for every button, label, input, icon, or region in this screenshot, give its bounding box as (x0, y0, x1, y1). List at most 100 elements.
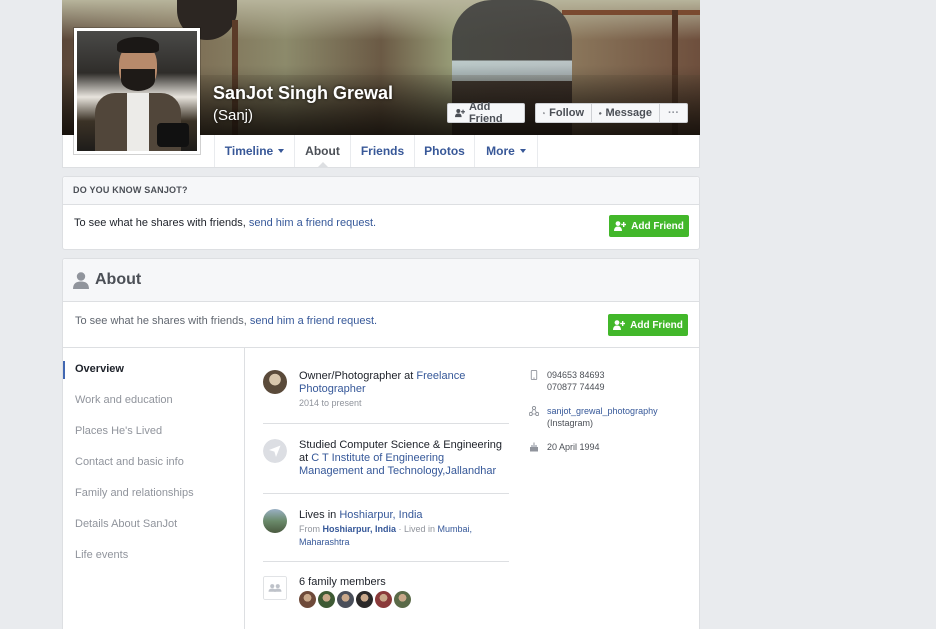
send-friend-request-link[interactable]: send him a friend request. (250, 315, 377, 327)
rss-icon (543, 111, 546, 115)
family-member-avatar[interactable] (318, 591, 335, 608)
add-friend-label: Add Friend (468, 101, 503, 125)
send-friend-request-link[interactable]: send him a friend request. (249, 217, 376, 229)
about-request-prefix: To see what he shares with friends, (75, 315, 250, 327)
ellipsis-icon: ··· (668, 107, 679, 119)
follow-button[interactable]: Follow (535, 103, 592, 123)
tab-timeline-label: Timeline (224, 144, 274, 158)
messenger-icon (599, 111, 602, 115)
pic-shirt (127, 93, 149, 151)
about-request-bar: To see what he shares with friends, send… (63, 302, 699, 348)
add-friend-icon (455, 109, 465, 118)
add-friend-label: Add Friend (631, 220, 684, 232)
profile-nickname: (Sanj) (213, 107, 254, 124)
nav-life-events[interactable]: Life events (75, 549, 128, 561)
do-you-know-header: DO YOU KNOW SANJOT? (63, 177, 699, 205)
nav-overview[interactable]: Overview (75, 363, 124, 375)
caret-down-icon (519, 149, 526, 153)
location-photo-icon (263, 509, 287, 533)
do-you-know-text: To see what he shares with friends, send… (74, 217, 376, 229)
work-entry: Owner/Photographer at Freelance Photogra… (263, 370, 509, 420)
do-you-know-card: DO YOU KNOW SANJOT? To see what he share… (62, 176, 700, 250)
message-label: Message (605, 107, 652, 119)
cover-rail (562, 10, 700, 15)
person-icon (73, 271, 89, 289)
instagram-link[interactable]: sanjot_grewal_photography (547, 406, 658, 416)
nav-work-and-education[interactable]: Work and education (75, 394, 173, 406)
add-friend-icon (613, 320, 626, 330)
profile-name[interactable]: SanJot Singh Grewal (213, 83, 393, 104)
add-friend-button[interactable]: Add Friend (608, 314, 688, 336)
tab-more-label: More (486, 144, 515, 158)
lived-in-label: · Lived in (396, 524, 438, 534)
lives-text: Lives in Hoshiarpur, India From Hoshiarp… (299, 509, 509, 549)
work-photo-icon (263, 370, 287, 394)
family-member-avatar[interactable] (299, 591, 316, 608)
family-count[interactable]: 6 family members (299, 576, 386, 588)
lives-prefix: Lives in (299, 509, 340, 521)
family-avatars (299, 591, 509, 608)
tab-photos-label: Photos (424, 144, 465, 158)
about-header: About (63, 259, 699, 302)
tab-about[interactable]: About (294, 135, 350, 168)
instagram-item: sanjot_grewal_photography (Instagram) (529, 406, 699, 434)
profile-picture[interactable] (74, 28, 200, 154)
instagram-suffix: (Instagram) (547, 418, 594, 428)
phone-numbers: 094653 84693 070877 74449 (547, 369, 697, 393)
education-link[interactable]: C T Institute of Engineering Management … (299, 452, 496, 477)
tab-more[interactable]: More (474, 135, 538, 167)
lives-entry: Lives in Hoshiarpur, India From Hoshiarp… (263, 509, 509, 559)
from-label: From (299, 524, 323, 534)
education-text: Studied Computer Science & Engineering a… (299, 439, 509, 478)
divider (263, 423, 509, 424)
profile-picture-image (77, 31, 197, 151)
follow-label: Follow (549, 107, 584, 119)
birthday-item: 20 April 1994 (529, 442, 699, 458)
mobile-phone-icon (530, 370, 538, 380)
family-member-avatar[interactable] (356, 591, 373, 608)
education-icon (263, 439, 287, 463)
work-prefix: Owner/Photographer at (299, 370, 417, 382)
tab-photos[interactable]: Photos (414, 135, 474, 167)
tab-timeline[interactable]: Timeline (214, 135, 294, 167)
add-friend-icon (614, 221, 627, 231)
nav-places-lived[interactable]: Places He's Lived (75, 425, 162, 437)
divider (263, 561, 509, 562)
birthday-text: 20 April 1994 (547, 442, 600, 452)
family-member-avatar[interactable] (375, 591, 392, 608)
add-friend-button[interactable]: Add Friend (609, 215, 689, 237)
nav-family-relationships[interactable]: Family and relationships (75, 487, 194, 499)
family-member-avatar[interactable] (337, 591, 354, 608)
education-entry: Studied Computer Science & Engineering a… (263, 439, 509, 489)
divider (263, 493, 509, 494)
about-card: About To see what he shares with friends… (62, 258, 700, 629)
add-friend-button[interactable]: Add Friend (447, 101, 525, 125)
hometown-link[interactable]: Hoshiarpur, India (323, 524, 397, 534)
share-network-icon (529, 406, 539, 416)
pic-hair (117, 37, 159, 53)
active-nav-indicator (63, 361, 65, 379)
lives-sub: From Hoshiarpur, India · Lived in Mumbai… (299, 523, 509, 549)
tab-friends-label: Friends (360, 144, 405, 158)
phone-item: 094653 84693 070877 74449 (529, 370, 699, 398)
message-button[interactable]: Message (591, 103, 660, 123)
family-member-avatar[interactable] (394, 591, 411, 608)
tab-friends[interactable]: Friends (350, 135, 414, 167)
nav-details-about[interactable]: Details About SanJot (75, 518, 177, 530)
work-text: Owner/Photographer at Freelance Photogra… (299, 370, 509, 410)
more-options-button[interactable]: ··· (659, 103, 688, 123)
family-text: 6 family members (299, 576, 509, 608)
instagram-text: sanjot_grewal_photography (Instagram) (547, 405, 697, 429)
pic-camera (157, 123, 189, 147)
pic-beard (121, 69, 155, 91)
about-request-text: To see what he shares with friends, send… (75, 315, 377, 327)
about-section-nav: Overview Work and education Places He's … (63, 348, 245, 629)
add-friend-label: Add Friend (630, 319, 683, 331)
family-entry: 6 family members (263, 576, 509, 626)
family-icon (263, 576, 287, 600)
nav-contact-info[interactable]: Contact and basic info (75, 456, 184, 468)
tab-about-label: About (305, 144, 340, 158)
current-city-link[interactable]: Hoshiarpur, India (339, 509, 422, 521)
work-dates: 2014 to present (299, 398, 362, 408)
phone-2: 070877 74449 (547, 382, 605, 392)
